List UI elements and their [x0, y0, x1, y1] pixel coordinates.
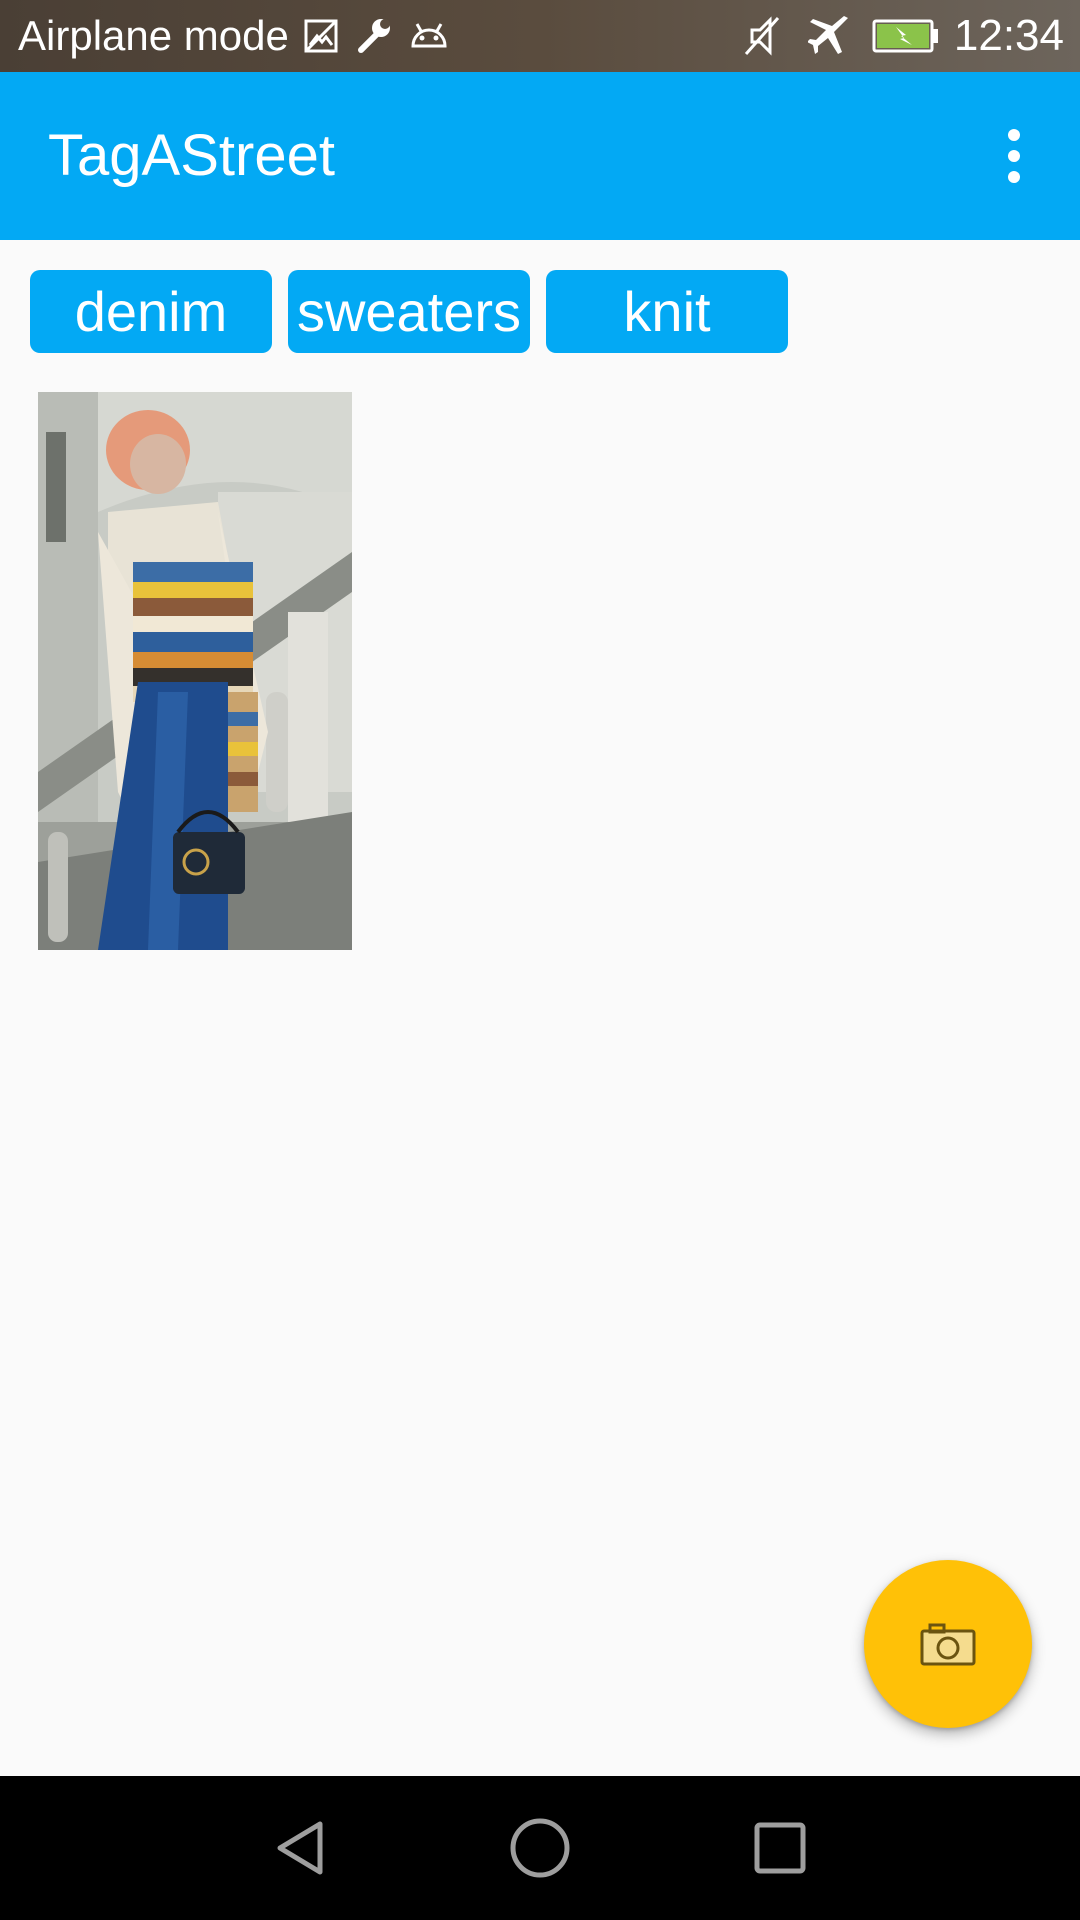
home-icon — [510, 1818, 570, 1878]
camera-fab-button[interactable] — [864, 1560, 1032, 1728]
navigation-bar — [0, 1776, 1080, 1920]
street-photo-thumbnail[interactable] — [38, 392, 352, 950]
back-icon — [277, 1821, 323, 1875]
street-photo-image — [38, 392, 352, 950]
home-button[interactable] — [480, 1776, 600, 1920]
image-icon — [304, 19, 338, 53]
airplane-mode-text: Airplane mode — [18, 12, 289, 59]
wrench-icon — [357, 19, 390, 53]
status-left: Airplane mode — [18, 0, 451, 72]
overflow-menu-dot — [1008, 171, 1020, 183]
status-bar: Airplane mode 12:34 — [0, 0, 1080, 72]
battery-charging-icon — [872, 19, 938, 53]
tag-sweaters[interactable]: sweaters — [288, 270, 530, 353]
tag-denim[interactable]: denim — [30, 270, 272, 353]
android-icon — [411, 23, 447, 48]
overflow-menu-button[interactable] — [984, 122, 1044, 190]
vibrate-off-icon — [744, 16, 780, 56]
recents-icon — [754, 1822, 806, 1874]
app-bar: TagAStreet — [0, 72, 1080, 240]
recents-button[interactable] — [720, 1776, 840, 1920]
tag-row: denim sweaters knit — [30, 270, 788, 353]
tag-knit[interactable]: knit — [546, 270, 788, 353]
camera-icon — [920, 1623, 976, 1666]
overflow-menu-icon — [1008, 129, 1020, 141]
overflow-menu-dot — [1008, 150, 1020, 162]
airplane-icon — [807, 16, 848, 54]
back-button[interactable] — [240, 1776, 360, 1920]
clock: 12:34 — [953, 11, 1064, 60]
status-right: 12:34 — [738, 0, 1064, 72]
app-title: TagAStreet — [48, 123, 335, 188]
